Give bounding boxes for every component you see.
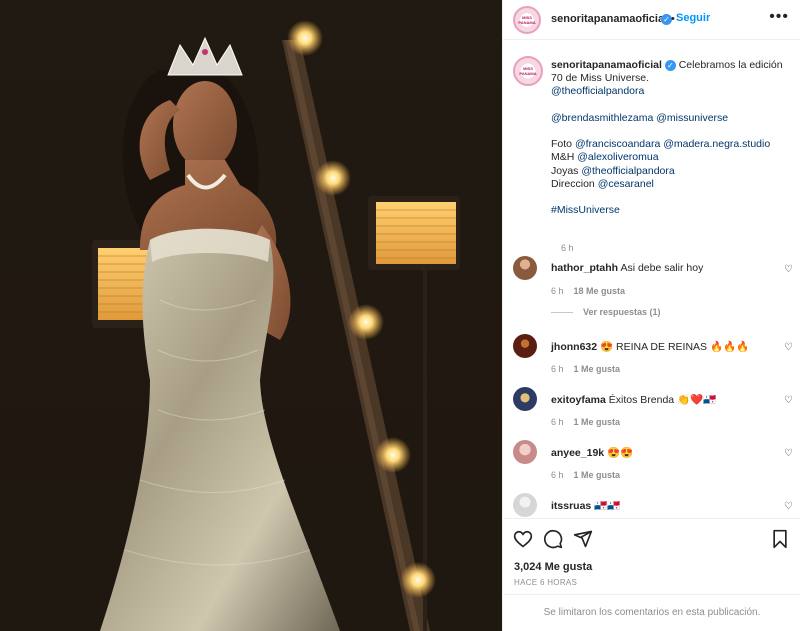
comment-item: hathor_ptahh Asi debe salir hoy 6 h 18 Me… [513, 256, 793, 296]
comments-limited-notice: Se limitaron los comentarios en esta pub… [503, 594, 800, 631]
commenter-avatar[interactable] [513, 334, 537, 358]
mentions-line[interactable]: @brendasmithlezama @missuniverse [551, 112, 791, 125]
avatar-logo-text: MISS PANAMA [518, 15, 536, 25]
comment-username[interactable]: jhonn632 [551, 341, 597, 353]
comment-item: jhonn632 😍 REINA DE REINAS 🔥🔥🔥 6 h 1 Me g… [513, 334, 793, 374]
comment-time[interactable]: 6 h [551, 417, 564, 427]
heart-icon[interactable]: ♡ [784, 501, 793, 512]
comment-text: Éxitos Brenda 👏❤️🇵🇦 [608, 394, 717, 406]
more-options-icon[interactable]: ••• [769, 8, 789, 26]
comment-text: 😍😍 [607, 447, 634, 459]
caption-author-avatar[interactable]: MISS PANAMA [513, 56, 543, 86]
avatar-fill [513, 256, 537, 280]
view-replies-button[interactable]: Ver respuestas (1) [551, 307, 661, 317]
foto-label: Foto [551, 138, 573, 151]
mh-mention[interactable]: @alexoliveromua [577, 151, 658, 163]
mention-link[interactable]: @theofficialpandora [551, 85, 791, 98]
avatar-fill [513, 493, 537, 517]
comment-likes[interactable]: 1 Me gusta [574, 470, 621, 480]
comment-text: Asi debe salir hoy [620, 262, 704, 274]
heart-icon[interactable]: ♡ [784, 264, 793, 275]
caption-username[interactable]: senoritapanamaoficial [551, 59, 662, 71]
comment-icon[interactable] [543, 529, 563, 549]
comment-time[interactable]: 6 h [551, 364, 564, 374]
joyas-label: Joyas [551, 164, 579, 177]
comment-item: exitoyfama Éxitos Brenda 👏❤️🇵🇦 6 h 1 Me g… [513, 387, 793, 427]
avatar-fill [513, 387, 537, 411]
heart-icon[interactable] [513, 529, 533, 549]
comment-likes[interactable]: 18 Me gusta [574, 286, 626, 296]
post-actions: 3,024 Me gusta HACE 6 HORAS Se limitaron… [503, 518, 800, 631]
author-username[interactable]: senoritapanamaoficial [551, 13, 667, 25]
direccion-mention[interactable]: @cesaranel [598, 178, 654, 190]
comment-likes[interactable]: 1 Me gusta [574, 417, 621, 427]
comment-time[interactable]: 6 h [551, 470, 564, 480]
comment-username[interactable]: hathor_ptahh [551, 262, 618, 274]
heart-icon[interactable]: ♡ [784, 342, 793, 353]
caption-text: senoritapanamaoficial ✓ Celebramos la ed… [551, 59, 791, 217]
caption-text-1: Celebramos la edición [678, 59, 783, 71]
comment-username[interactable]: anyee_19k [551, 447, 604, 459]
verified-badge-icon: ✓ [664, 59, 676, 71]
comment-text: 😍 REINA DE REINAS 🔥🔥🔥 [600, 341, 750, 353]
replies-line [551, 312, 573, 314]
heart-icon[interactable]: ♡ [784, 448, 793, 459]
view-replies-label: Ver respuestas (1) [583, 307, 661, 317]
heart-icon[interactable]: ♡ [784, 395, 793, 406]
comment-username[interactable]: exitoyfama [551, 394, 606, 406]
separator-dot: • [671, 13, 675, 25]
commenter-avatar[interactable] [513, 493, 537, 517]
comment-item: anyee_19k 😍😍 6 h 1 Me gusta ♡ [513, 440, 793, 480]
share-icon[interactable] [573, 529, 593, 549]
avatar-logo-text: MISS PANAMA [519, 66, 537, 76]
comment-text: 🇵🇦🇵🇦 [594, 500, 621, 512]
comment-time[interactable]: 6 h [551, 286, 564, 296]
author-avatar[interactable]: MISS PANAMA [513, 6, 541, 34]
post-header: MISS PANAMA senoritapanamaoficial ✓ • Se… [503, 0, 800, 40]
comment-likes[interactable]: 1 Me gusta [574, 364, 621, 374]
post-side-panel: MISS PANAMA senoritapanamaoficial ✓ • Se… [502, 0, 800, 631]
bookmark-icon[interactable] [771, 529, 789, 549]
follow-button[interactable]: Seguir [676, 12, 710, 24]
comment-item: itssruas 🇵🇦🇵🇦 ♡ [513, 493, 793, 518]
hashtag-link[interactable]: #MissUniverse [551, 204, 791, 217]
foto-mentions[interactable]: @franciscoandara @madera.negra.studio [575, 138, 770, 150]
avatar-fill [513, 334, 537, 358]
comment-username[interactable]: itssruas [551, 500, 591, 512]
post-timestamp[interactable]: HACE 6 HORAS [514, 578, 577, 587]
likes-count[interactable]: 3,024 Me gusta [514, 561, 592, 573]
comments-scroll-area[interactable]: MISS PANAMA senoritapanamaoficial ✓ Cele… [503, 41, 800, 518]
commenter-avatar[interactable] [513, 440, 537, 464]
caption-text-2: 70 de Miss Universe. [551, 72, 650, 85]
avatar-fill [513, 440, 537, 464]
post-photo[interactable] [0, 0, 502, 631]
joyas-mention[interactable]: @theofficialpandora [581, 165, 674, 177]
caption-time[interactable]: 6 h [561, 243, 574, 253]
commenter-avatar[interactable] [513, 387, 537, 411]
post-image-illustration [0, 0, 502, 631]
direccion-label: Direccion [551, 177, 595, 190]
mh-label: M&H [551, 151, 575, 164]
commenter-avatar[interactable] [513, 256, 537, 280]
